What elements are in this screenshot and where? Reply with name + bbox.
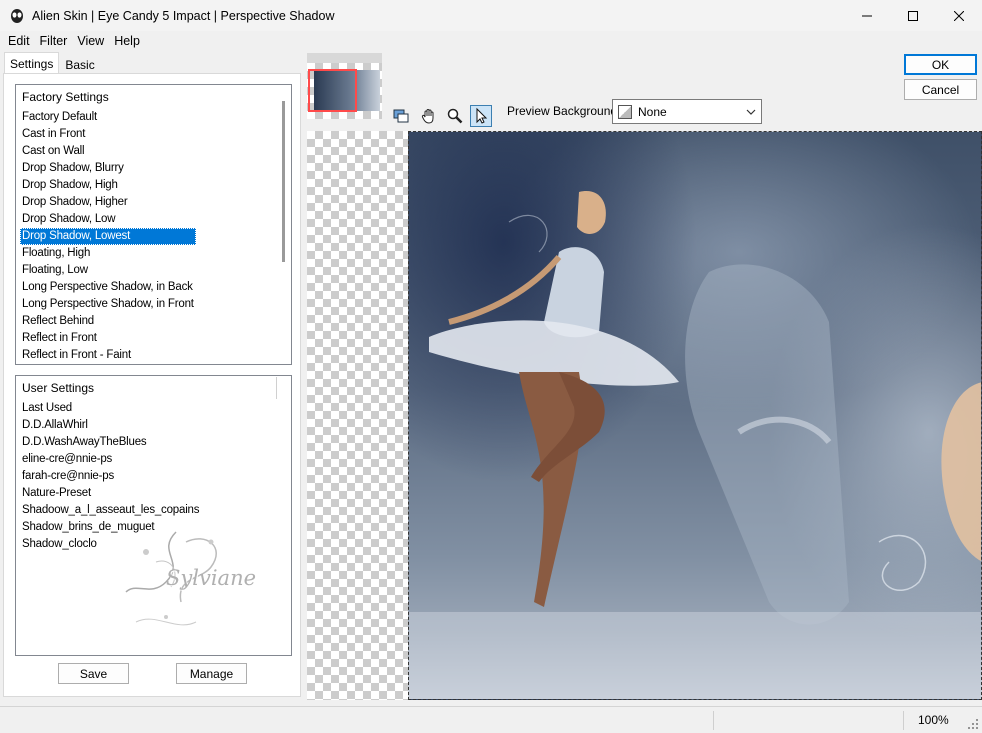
factory-list-scrollbar[interactable] [282,101,285,262]
status-bar: 100% [0,706,982,733]
pointer-tool-button[interactable] [470,105,492,127]
dancer-body-shape [577,191,606,234]
list-item[interactable]: D.D.WashAwayTheBlues [20,434,201,451]
hand-tool-button[interactable] [418,105,440,127]
list-item[interactable]: Nature-Preset [20,485,201,502]
factory-settings-list[interactable]: Factory Settings Factory Default Cast in … [15,84,292,365]
preview-toggle-button[interactable] [390,105,412,127]
navigator-viewport[interactable] [308,69,357,112]
list-item[interactable]: Drop Shadow, Blurry [20,160,196,177]
hand-icon [421,109,434,124]
preview-transparency-area [307,131,408,700]
close-icon [954,10,964,21]
floor-mist-shape [409,612,981,699]
frost-swirl-shape-2 [508,214,548,253]
maximize-button[interactable] [890,0,936,31]
list-item[interactable]: Drop Shadow, Higher [20,194,196,211]
watermark-text: Sylviane [166,566,257,590]
preview-canvas[interactable] [408,131,982,700]
pointer-icon [476,107,488,124]
zoom-icon [447,108,463,124]
frost-swirl-shape [878,534,927,592]
list-item[interactable]: farah-cre@nnie-ps [20,468,201,485]
menu-bar: Edit Filter View Help [0,31,982,51]
chevron-down-icon [746,109,756,115]
tab-basic[interactable]: Basic [59,53,100,75]
list-item[interactable]: Drop Shadow, Low [20,211,196,228]
list-item[interactable]: Long Perspective Shadow, in Front [20,296,196,313]
status-divider-2 [903,711,904,730]
factory-settings-header: Factory Settings [22,90,109,104]
list-item[interactable]: Cast in Front [20,126,196,143]
minimize-button[interactable] [844,0,890,31]
alien-skin-app-icon [11,8,23,23]
menu-help[interactable]: Help [109,34,145,48]
list-item[interactable]: Long Perspective Shadow, in Back [20,279,196,296]
preview-background-value: None [638,104,667,119]
list-item[interactable]: Reflect Behind [20,313,196,330]
watermark-logo: Sylviane [116,522,276,642]
resize-grip-icon[interactable] [967,718,979,730]
zoom-tool-button[interactable] [444,105,466,127]
menu-view[interactable]: View [72,34,109,48]
header-divider [276,377,277,399]
title-bar: Alien Skin | Eye Candy 5 Impact | Perspe… [0,0,982,31]
user-settings-header: User Settings [22,381,95,395]
factory-settings-items: Factory Default Cast in Front Cast on Wall… [20,109,196,364]
right-figure-shape [941,382,981,562]
list-item[interactable]: Floating, High [20,245,196,262]
list-item[interactable]: Drop Shadow, High [20,177,196,194]
save-button[interactable]: Save [58,663,129,684]
zoom-level: 100% [918,713,949,727]
list-item[interactable]: Drop Shadow, Lowest [20,228,196,245]
list-item[interactable]: eline-cre@nnie-ps [20,451,201,468]
tab-strip: Settings Basic [4,52,101,75]
ok-button[interactable]: OK [904,54,977,75]
manage-button[interactable]: Manage [176,663,247,684]
menu-edit[interactable]: Edit [3,34,35,48]
ghost-shoe-shape [685,264,849,625]
user-settings-list[interactable]: User Settings Last Used D.D.AllaWhirl D.D.… [15,375,292,656]
list-item[interactable]: Cast on Wall [20,143,196,160]
list-item[interactable]: Last Used [20,400,201,417]
preview-swatch-icon [618,104,632,119]
preview-background-label: Preview Background: [507,104,621,118]
window-title: Alien Skin | Eye Candy 5 Impact | Perspe… [32,8,335,23]
tab-body: Factory Settings Factory Default Cast in … [3,73,301,697]
list-item[interactable]: Reflect in Front [20,330,196,347]
list-item[interactable]: Reflect in Front - Faint [20,347,196,364]
preview-background-select[interactable]: None [612,99,762,124]
close-button[interactable] [936,0,982,31]
list-item[interactable]: Factory Default [20,109,196,126]
list-item[interactable]: Shadoow_a_l_asseaut_les_copains [20,502,201,519]
status-divider [713,711,714,730]
preview-toggle-icon [393,109,409,123]
tab-settings[interactable]: Settings [4,52,60,74]
settings-panel: Settings Basic Factory Settings Factory … [0,51,302,697]
list-item[interactable]: D.D.AllaWhirl [20,417,201,434]
cancel-button[interactable]: Cancel [904,79,977,100]
list-item[interactable]: Floating, Low [20,262,196,279]
dancer-arm-shape [448,255,562,325]
navigator-thumbnail[interactable] [307,53,382,119]
minimize-icon [862,15,872,16]
preview-image [409,191,981,699]
dancer-leg-shape [519,372,583,607]
menu-filter[interactable]: Filter [35,34,73,48]
maximize-icon [908,10,918,21]
